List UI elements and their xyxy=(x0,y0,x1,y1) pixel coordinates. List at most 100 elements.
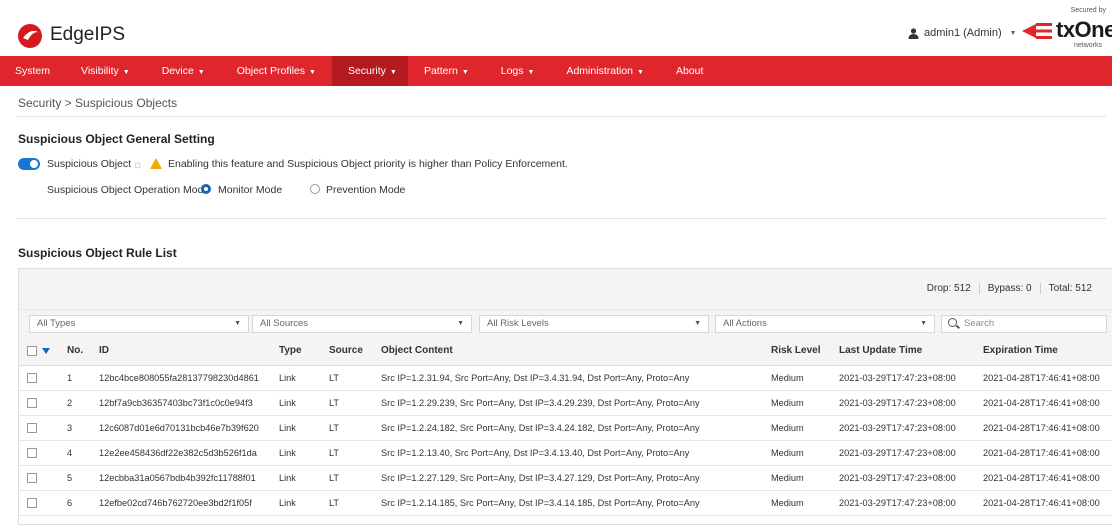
cell-risk-level: Medium xyxy=(763,415,831,441)
nav-label: Administration xyxy=(566,65,633,77)
drop-count: Drop: 512 xyxy=(926,283,971,294)
monitor-mode-radio[interactable] xyxy=(201,184,211,194)
row-select-cell[interactable] xyxy=(19,490,59,516)
column-header-expiration-time[interactable]: Expiration Time xyxy=(975,337,1112,366)
table-row[interactable]: 5 12ecbba31a0567bdb4b392fc11788f01 Link … xyxy=(19,465,1112,491)
row-select-cell[interactable] xyxy=(19,390,59,416)
cell-type: Link xyxy=(271,490,321,516)
row-select-cell[interactable] xyxy=(19,365,59,391)
type-filter-select[interactable]: All Types ▼ xyxy=(29,315,249,333)
cell-no: 4 xyxy=(59,440,91,466)
cell-no: 5 xyxy=(59,465,91,491)
row-checkbox[interactable] xyxy=(27,397,37,408)
general-setting-title: Suspicious Object General Setting xyxy=(18,132,215,146)
cell-type: Link xyxy=(271,365,321,391)
row-select-cell[interactable] xyxy=(19,415,59,441)
search-input[interactable]: Search xyxy=(941,315,1107,333)
source-filter-select[interactable]: All Sources ▼ xyxy=(252,315,472,333)
row-checkbox[interactable] xyxy=(27,447,37,458)
table-row[interactable]: 6 12efbe02cd746b762720ee3bd2f1f05f Link … xyxy=(19,490,1112,516)
txone-mark-icon xyxy=(1022,23,1052,39)
cell-last-update-time: 2021-03-29T17:47:23+08:00 xyxy=(831,490,975,516)
user-icon xyxy=(908,27,919,39)
filter-value: All Risk Levels xyxy=(487,318,549,329)
cell-id: 12bc4bce808055fa28137798230d4861 xyxy=(91,365,271,391)
operation-mode-label: Suspicious Object Operation Mode xyxy=(47,184,210,196)
nav-item-security[interactable]: Security ▼ xyxy=(331,56,408,86)
cell-risk-level: Medium xyxy=(763,490,831,516)
rule-list-panel: Drop: 512 Bypass: 0 Total: 512 All Types… xyxy=(18,268,1112,525)
search-placeholder: Search xyxy=(964,318,995,329)
nav-item-object-profiles[interactable]: Object Profiles ▼ xyxy=(221,56,332,86)
table-row[interactable]: 3 12c6087d01e6d70131bcb46e7b39f620 Link … xyxy=(19,415,1112,441)
nav-item-pattern[interactable]: Pattern ▼ xyxy=(408,56,485,86)
cell-last-update-time: 2021-03-29T17:47:23+08:00 xyxy=(831,365,975,391)
nav-item-device[interactable]: Device ▼ xyxy=(146,56,221,86)
action-filter-select[interactable]: All Actions ▼ xyxy=(715,315,935,333)
caret-down-icon: ▼ xyxy=(637,69,644,76)
row-select-cell[interactable] xyxy=(19,465,59,491)
warning-text: Enabling this feature and Suspicious Obj… xyxy=(168,158,568,170)
table-row[interactable]: 1 12bc4bce808055fa28137798230d4861 Link … xyxy=(19,365,1112,391)
breadcrumb: Security > Suspicious Objects xyxy=(18,96,178,110)
cell-source: LT xyxy=(321,465,373,491)
select-all-checkbox[interactable] xyxy=(27,345,37,356)
caret-down-icon[interactable] xyxy=(42,347,50,354)
cell-risk-level: Medium xyxy=(763,390,831,416)
chevron-down-icon: ▼ xyxy=(1009,29,1017,37)
select-all-header[interactable] xyxy=(19,337,59,366)
nav-item-administration[interactable]: Administration ▼ xyxy=(550,56,659,86)
nav-item-system[interactable]: System xyxy=(0,56,65,86)
cell-type: Link xyxy=(271,440,321,466)
cell-risk-level: Medium xyxy=(763,440,831,466)
column-header-risk-level[interactable]: Risk Level xyxy=(763,337,831,366)
row-select-cell[interactable] xyxy=(19,440,59,466)
nav-label: Logs xyxy=(500,65,524,77)
caret-down-icon: ▼ xyxy=(309,69,316,76)
table-row[interactable]: 2 12bf7a9cb36357403bc73f1c0c0e94f3 Link … xyxy=(19,390,1112,416)
column-header-no[interactable]: No. xyxy=(59,337,91,366)
rule-list-summary-bar: Drop: 512 Bypass: 0 Total: 512 xyxy=(19,269,1112,309)
column-header-id[interactable]: ID xyxy=(91,337,271,366)
cell-object-content: Src IP=1.2.31.94, Src Port=Any, Dst IP=3… xyxy=(373,365,763,391)
cell-no: 6 xyxy=(59,490,91,516)
cell-object-content: Src IP=1.2.29.239, Src Port=Any, Dst IP=… xyxy=(373,390,763,416)
suspicious-object-toggle[interactable] xyxy=(18,158,40,170)
row-checkbox[interactable] xyxy=(27,472,37,483)
caret-down-icon: ▼ xyxy=(234,320,241,327)
cell-source: LT xyxy=(321,415,373,441)
cell-type: Link xyxy=(271,465,321,491)
cell-last-update-time: 2021-03-29T17:47:23+08:00 xyxy=(831,440,975,466)
row-checkbox[interactable] xyxy=(27,372,37,383)
column-header-type[interactable]: Type xyxy=(271,337,321,366)
cell-object-content: Src IP=1.2.24.182, Src Port=Any, Dst IP=… xyxy=(373,415,763,441)
risk-level-filter-select[interactable]: All Risk Levels ▼ xyxy=(479,315,709,333)
table-row[interactable]: 4 12e2ee458436df22e382c5d3b526f1da Link … xyxy=(19,440,1112,466)
nav-item-about[interactable]: About xyxy=(660,56,719,86)
cell-expiration-time: 2021-04-28T17:46:41+08:00 xyxy=(975,440,1112,466)
row-checkbox[interactable] xyxy=(27,497,37,508)
filter-value: All Sources xyxy=(260,318,309,329)
search-icon xyxy=(948,318,957,327)
cell-id: 12e2ee458436df22e382c5d3b526f1da xyxy=(91,440,271,466)
caret-down-icon: ▼ xyxy=(197,69,205,76)
user-name: admin1 (Admin) xyxy=(924,27,1002,39)
nav-item-logs[interactable]: Logs ▼ xyxy=(485,56,551,86)
cell-last-update-time: 2021-03-29T17:47:23+08:00 xyxy=(831,465,975,491)
rule-counts: Drop: 512 Bypass: 0 Total: 512 xyxy=(919,283,1100,294)
column-header-source[interactable]: Source xyxy=(321,337,373,366)
prevention-mode-radio[interactable] xyxy=(310,184,320,194)
column-header-last-update-time[interactable]: Last Update Time xyxy=(831,337,975,366)
rule-table: No. ID Type Source Object Content Risk L… xyxy=(19,337,1112,516)
caret-down-icon: ▼ xyxy=(527,69,535,76)
toggle-label: Suspicious Object xyxy=(47,158,132,170)
cell-source: LT xyxy=(321,440,373,466)
cell-expiration-time: 2021-04-28T17:46:41+08:00 xyxy=(975,415,1112,441)
nav-item-visibility[interactable]: Visibility ▼ xyxy=(65,56,146,86)
rule-list-title: Suspicious Object Rule List xyxy=(18,246,177,260)
column-header-object-content[interactable]: Object Content xyxy=(373,337,763,366)
row-checkbox[interactable] xyxy=(27,422,37,433)
cell-id: 12efbe02cd746b762720ee3bd2f1f05f xyxy=(91,490,271,516)
cell-object-content: Src IP=1.2.13.40, Src Port=Any, Dst IP=3… xyxy=(373,440,763,466)
user-menu[interactable]: admin1 (Admin) ▼ xyxy=(908,27,1017,39)
